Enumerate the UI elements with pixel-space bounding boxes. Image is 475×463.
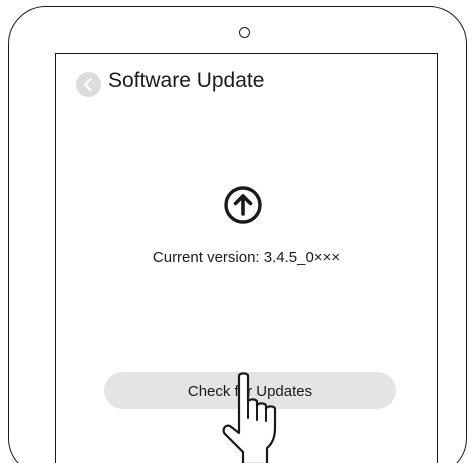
camera-icon bbox=[239, 27, 250, 38]
pointing-hand-icon bbox=[222, 372, 277, 463]
back-button[interactable] bbox=[76, 72, 101, 97]
current-version-text: Current version: 3.4.5_0××× bbox=[152, 249, 341, 266]
chevron-left-icon bbox=[83, 77, 92, 92]
illustration-canvas: Software Update Current version: 3.4.5_0… bbox=[0, 0, 475, 463]
arrow-up-circle-icon bbox=[224, 186, 262, 224]
page-title: Software Update bbox=[108, 69, 265, 92]
